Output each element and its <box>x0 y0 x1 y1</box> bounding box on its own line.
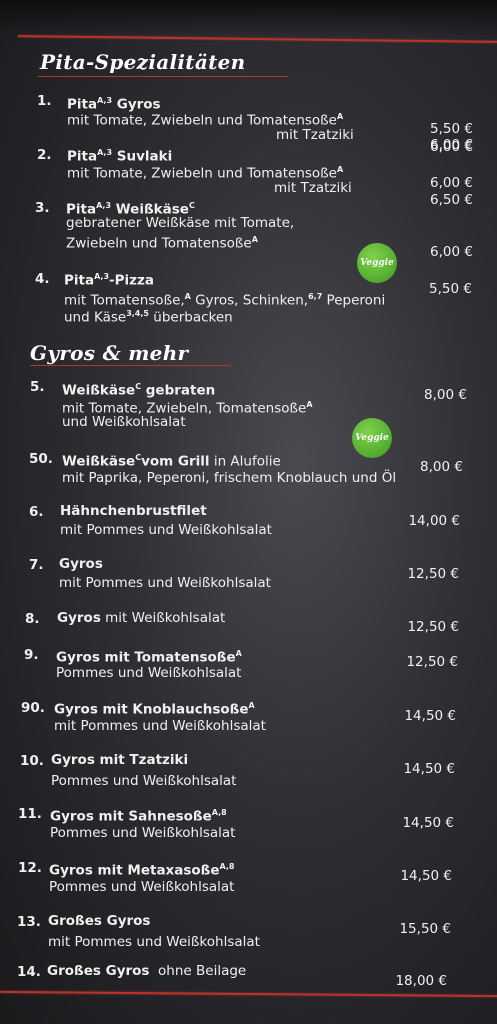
item-description-line2: und Käse3,4,5 überbacken <box>64 309 233 326</box>
item-number: 10. <box>20 753 44 769</box>
veggie-badge: Veggie <box>352 418 392 458</box>
item-number: 2. <box>37 147 52 163</box>
item-description: mit Pommes und Weißkohlsalat <box>60 522 272 538</box>
item-name: Gyros <box>59 556 103 572</box>
item-name: Gyros mit MetaxasoßeA,8 <box>49 862 235 879</box>
item-price: 12,50 € <box>407 619 459 635</box>
item-number: 12. <box>18 860 42 876</box>
item-price: 14,00 € <box>408 513 460 529</box>
item-price: 12,50 € <box>406 654 458 670</box>
item-description-line2: Zwiebeln und TomatensoßeA <box>66 235 258 252</box>
item-description-variant: mit Tzatziki <box>276 127 354 143</box>
item-number: 14. <box>17 964 41 980</box>
item-name: Gyros mit Weißkohlsalat <box>57 610 226 626</box>
item-number: 3. <box>35 200 50 216</box>
section-underline-pita <box>38 76 288 77</box>
item-price: 6,50 € <box>430 192 473 208</box>
section-underline-gyros <box>30 365 230 366</box>
item-name: Hähnchenbrustfilet <box>60 503 207 519</box>
item-price: 8,00 € <box>424 387 467 403</box>
item-name: WeißkäseCvom Grill in Alufolie <box>62 453 281 470</box>
item-price: 12,50 € <box>407 566 459 582</box>
item-price: 5,50 € <box>429 281 472 297</box>
item-description-line2: und Weißkohlsalat <box>62 414 186 430</box>
item-price-variant: 6,00 € <box>430 175 473 191</box>
top-divider <box>18 35 497 43</box>
item-number: 13. <box>17 914 41 930</box>
item-number: 8. <box>25 611 40 627</box>
item-name: Gyros mit KnoblauchsoßeA <box>54 701 255 718</box>
item-price: 14,50 € <box>402 815 454 831</box>
item-price: 14,50 € <box>400 868 452 884</box>
item-name: Gyros mit SahnesoßeA,8 <box>50 808 227 825</box>
item-description: Pommes und Weißkohlsalat <box>51 773 237 789</box>
veggie-badge: Veggie <box>357 243 397 283</box>
item-price: 8,00 € <box>420 459 463 475</box>
item-price: 6,00 € <box>430 139 473 155</box>
item-description: mit Paprika, Peperoni, frischem Knoblauc… <box>62 470 397 486</box>
item-number: 9. <box>24 647 39 663</box>
item-number: 90. <box>21 700 45 716</box>
top-shadow <box>0 0 497 36</box>
item-name: PitaA,3-Pizza <box>64 272 154 289</box>
section-title-gyros: Gyros & mehr <box>30 341 189 365</box>
item-number: 50. <box>29 451 53 467</box>
item-number: 5. <box>30 379 45 395</box>
item-description: mit Pommes und Weißkohlsalat <box>48 934 260 950</box>
menu-page: Pita-Spezialitäten 1. PitaA,3 Gyros mit … <box>0 0 497 1024</box>
item-description-variant: mit Tzatziki <box>274 180 352 196</box>
item-price: 18,00 € <box>395 973 447 989</box>
item-description: Pommes und Weißkohlsalat <box>49 879 235 895</box>
item-name: Großes Gyros <box>48 913 151 929</box>
item-description: Pommes und Weißkohlsalat <box>50 825 236 841</box>
item-price: 14,50 € <box>404 708 456 724</box>
item-description: mit Pommes und Weißkohlsalat <box>59 575 271 591</box>
item-name: Gyros mit Tzatziki <box>51 752 189 768</box>
item-number: 11. <box>18 806 42 822</box>
bottom-divider <box>0 990 497 998</box>
item-number: 1. <box>37 93 52 109</box>
item-description: mit Pommes und Weißkohlsalat <box>54 718 266 734</box>
item-number: 6. <box>29 504 44 520</box>
item-name: Großes Gyros ohne Beilage <box>47 963 247 979</box>
item-number: 7. <box>29 557 44 573</box>
section-title-pita: Pita-Spezialitäten <box>40 50 246 74</box>
item-description: Pommes und Weißkohlsalat <box>56 665 242 681</box>
item-price: 15,50 € <box>399 921 451 937</box>
item-description: gebratener Weißkäse mit Tomate, <box>66 215 295 231</box>
item-price: 14,50 € <box>403 761 455 777</box>
item-number: 4. <box>35 271 50 287</box>
